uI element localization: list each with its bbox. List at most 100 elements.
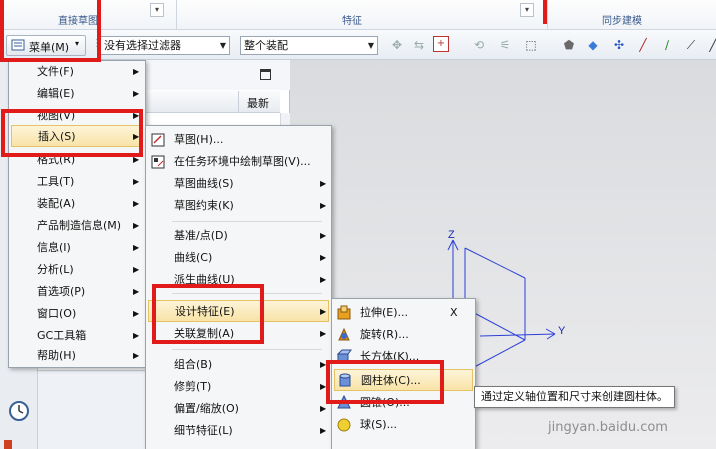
main-menu: 文件(F) ▶ 编辑(E) ▶ 视图(V) ▶ 插入(S) ▶ 格式(R) ▶ … — [8, 60, 146, 368]
menu-item-curve[interactable]: 曲线(C) ▶ — [146, 247, 331, 269]
history-clock-icon[interactable] — [8, 400, 30, 422]
menu-item-help[interactable]: 帮助(H) ▶ — [9, 345, 145, 367]
menu-item-sketch-in-task[interactable]: 在任务环境中绘制草图(V)... — [146, 151, 331, 173]
menu-item-extrude[interactable]: 拉伸(E)... X — [332, 302, 475, 324]
ribbon-group-sync-modeling[interactable]: 同步建模 — [602, 12, 642, 27]
line-snap-icon[interactable]: ╱ — [634, 36, 652, 54]
menu-item-information[interactable]: 信息(I) ▶ — [9, 237, 145, 259]
submenu-arrow-icon: ▶ — [133, 309, 140, 318]
snap-points-icon[interactable]: ✣ — [610, 36, 628, 54]
menu-item-window[interactable]: 窗口(O) ▶ — [9, 303, 145, 325]
assembly-scope-value: 整个装配 — [244, 39, 288, 52]
submenu-arrow-icon: ▶ — [133, 243, 140, 252]
submenu-arrow-icon: ▶ — [320, 253, 327, 262]
submenu-arrow-icon: ▶ — [320, 201, 327, 210]
menu-item-revolve[interactable]: 旋转(R)... — [332, 324, 475, 346]
chevron-down-icon: ▼ — [219, 41, 226, 50]
menu-item-trim[interactable]: 修剪(T) ▶ — [146, 376, 331, 398]
column-header-newest[interactable]: 最新 — [238, 91, 280, 113]
submenu-arrow-icon: ▶ — [133, 351, 140, 360]
menu-item-label: 草图约束(K) — [174, 199, 234, 212]
menu-item-assembly[interactable]: 装配(A) ▶ — [9, 193, 145, 215]
menu-item-label: 装配(A) — [37, 197, 76, 210]
submenu-arrow-icon: ▶ — [320, 275, 327, 284]
menu-item-edit[interactable]: 编辑(E) ▶ — [9, 83, 145, 105]
submenu-arrow-icon: ▶ — [133, 221, 140, 230]
ribbon-divider — [547, 0, 548, 30]
menu-item-label: 首选项(P) — [37, 285, 86, 298]
menu-item-tools[interactable]: 工具(T) ▶ — [9, 171, 145, 193]
menu-item-label: 组合(B) — [174, 358, 213, 371]
menu-item-offset-scale[interactable]: 偏置/缩放(O) ▶ — [146, 398, 331, 420]
maximize-icon[interactable] — [260, 69, 271, 80]
menu-item-label: 编辑(E) — [37, 87, 75, 100]
column-header-name[interactable] — [146, 91, 238, 113]
submenu-arrow-icon: ▶ — [320, 231, 327, 240]
sketch-icon — [151, 133, 165, 147]
menu-item-label: 帮助(H) — [37, 349, 76, 362]
select-all-icon[interactable]: ⇆ — [410, 36, 428, 54]
selection-filter-dropdown[interactable]: 没有选择过滤器 ▼ — [100, 36, 230, 55]
menu-item-pmi[interactable]: 产品制造信息(M) ▶ — [9, 215, 145, 237]
highlight-box-cylinder — [326, 360, 444, 404]
submenu-arrow-icon: ▶ — [133, 67, 140, 76]
snap-icon[interactable]: ✥ — [388, 36, 406, 54]
watermark: jingyan.baidu.com — [548, 420, 668, 435]
menu-item-detail-feature[interactable]: 细节特征(L) ▶ — [146, 420, 331, 442]
submenu-arrow-icon: ▶ — [320, 179, 327, 188]
submenu-arrow-icon: ▶ — [133, 331, 140, 340]
submenu-arrow-icon: ▶ — [133, 287, 140, 296]
solid-body-icon[interactable]: ⬟ — [560, 36, 578, 54]
menu-separator — [172, 349, 322, 350]
tangent-snap-icon[interactable]: ⟋ — [682, 36, 700, 54]
submenu-arrow-icon: ▶ — [133, 265, 140, 274]
curve-snap-icon[interactable]: ∕ — [658, 36, 676, 54]
submenu-arrow-icon: ▶ — [320, 307, 327, 316]
menu-item-sketch-constraint[interactable]: 草图约束(K) ▶ — [146, 195, 331, 217]
revolve-icon — [338, 327, 350, 341]
wire-icon[interactable]: ⚟ — [496, 36, 514, 54]
menu-item-datum-point[interactable]: 基准/点(D) ▶ — [146, 225, 331, 247]
menu-item-label: 曲线(C) — [174, 251, 213, 264]
pivot-icon[interactable]: ⟲ — [470, 36, 488, 54]
menu-item-label: 草图曲线(S) — [174, 177, 234, 190]
menu-item-label: GC工具箱 — [37, 329, 87, 342]
menu-item-label: 细节特征(L) — [174, 424, 233, 437]
highlight-box-ribbon-edge — [543, 0, 547, 24]
menu-item-label: 工具(T) — [37, 175, 75, 188]
menu-item-combine[interactable]: 组合(B) ▶ — [146, 354, 331, 376]
highlight-box-design-feature — [152, 284, 264, 344]
menu-item-analysis[interactable]: 分析(L) ▶ — [9, 259, 145, 281]
menu-item-label: 窗口(O) — [37, 307, 77, 320]
menu-item-sketch[interactable]: 草图(H)... — [146, 129, 331, 151]
menu-item-sketch-curve[interactable]: 草图曲线(S) ▶ — [146, 173, 331, 195]
sphere-icon — [337, 418, 351, 432]
menu-item-label: 修剪(T) — [174, 380, 212, 393]
submenu-arrow-icon: ▶ — [133, 89, 140, 98]
menu-item-file[interactable]: 文件(F) ▶ — [9, 61, 145, 83]
ribbon-group-bar: 直接草图 ▾ 特征 ▾ 同步建模 — [0, 0, 716, 30]
top-toolbar: 菜单(M) ▾ ⋮ 没有选择过滤器 ▼ 整个装配 ▼ ✥ ⇆ + ⟲ ⚟ ⬚ ⬟… — [0, 30, 716, 60]
menu-item-shortcut: X — [450, 306, 458, 319]
sketch-task-icon — [151, 155, 165, 169]
ribbon-divider — [176, 0, 177, 30]
role-icon[interactable] — [4, 440, 12, 449]
cube-icon[interactable]: ◆ — [584, 36, 602, 54]
point-snap-icon[interactable]: + — [433, 36, 449, 52]
menu-item-sphere[interactable]: 球(S)... — [332, 414, 475, 436]
axis-y-label: Y — [558, 325, 566, 337]
box-select-icon[interactable]: ⬚ — [522, 36, 540, 54]
ribbon-group-feature[interactable]: 特征 — [342, 12, 362, 27]
menu-item-preferences[interactable]: 首选项(P) ▶ — [9, 281, 145, 303]
menu-item-label: 分析(L) — [37, 263, 74, 276]
chevron-down-icon: ▼ — [367, 41, 374, 50]
ribbon-group-expand-button[interactable]: ▾ — [150, 3, 164, 17]
column-newest-label: 最新 — [247, 97, 269, 110]
menu-item-label: 在任务环境中绘制草图(V)... — [174, 155, 311, 168]
more-snap-icon[interactable]: ╱ — [704, 36, 716, 54]
menu-item-label: 产品制造信息(M) — [37, 219, 122, 232]
menu-item-gc-toolbox[interactable]: GC工具箱 ▶ — [9, 325, 145, 347]
ribbon-group-expand-button[interactable]: ▾ — [520, 3, 534, 17]
menu-item-label: 文件(F) — [37, 65, 74, 78]
assembly-scope-dropdown[interactable]: 整个装配 ▼ — [240, 36, 378, 55]
